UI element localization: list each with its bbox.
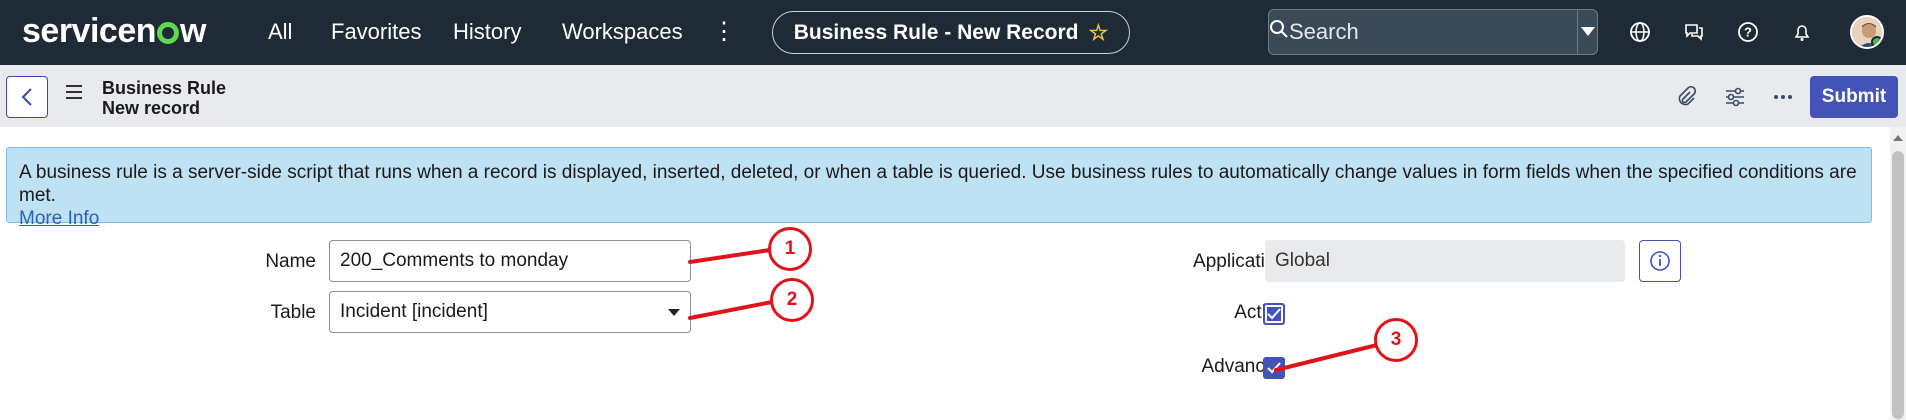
page-scrollbar[interactable]	[1890, 127, 1906, 420]
menu-icon[interactable]	[66, 85, 82, 103]
star-icon[interactable]: ☆	[1089, 20, 1109, 46]
user-avatar[interactable]	[1850, 15, 1884, 49]
annotation-marker-1: 1	[768, 227, 812, 271]
advanced-checkbox[interactable]	[1263, 357, 1285, 379]
record-title-pill[interactable]: Business Rule - New Record ☆	[772, 11, 1130, 54]
nav-favorites[interactable]: Favorites	[331, 19, 421, 45]
active-checkbox[interactable]	[1263, 303, 1285, 325]
form-header: Business Rule New record Submit	[0, 65, 1906, 127]
annotation-marker-3: 3	[1374, 318, 1418, 362]
record-title-text: Business Rule - New Record	[793, 20, 1079, 44]
globe-icon[interactable]	[1628, 20, 1652, 44]
scroll-up-arrow[interactable]	[1893, 135, 1903, 141]
back-button[interactable]	[6, 76, 48, 118]
name-label: Name	[265, 251, 316, 272]
info-banner: A business rule is a server-side script …	[6, 147, 1872, 229]
back-icon	[21, 88, 32, 106]
more-menu-icon[interactable]: ⋮	[712, 17, 736, 46]
chevron-down-icon[interactable]	[1577, 10, 1597, 54]
checkmark-icon	[1267, 362, 1281, 374]
active-label: Active	[1234, 302, 1286, 323]
submit-button[interactable]: Submit	[1810, 76, 1898, 118]
more-icon[interactable]	[1771, 85, 1795, 109]
record-state-label: New record	[102, 98, 201, 118]
nav-workspaces[interactable]: Workspaces	[562, 19, 683, 45]
info-icon	[1650, 251, 1670, 271]
table-label: Table	[270, 302, 316, 323]
svg-text:?: ?	[1744, 25, 1752, 40]
table-select-value: Incident [incident]	[340, 301, 488, 322]
bell-icon[interactable]	[1790, 20, 1814, 44]
scroll-thumb[interactable]	[1892, 151, 1904, 419]
application-info-button[interactable]	[1639, 240, 1681, 282]
more-info-link[interactable]: More Info	[19, 208, 99, 229]
online-status-dot	[1871, 36, 1882, 47]
nav-all[interactable]: All	[268, 19, 292, 45]
servicenow-logo[interactable]: servicen w	[22, 12, 206, 51]
nav-history[interactable]: History	[453, 19, 521, 45]
top-navigation: servicen w All Favorites History Workspac…	[0, 0, 1906, 65]
search-icon	[1269, 19, 1289, 45]
sliders-icon[interactable]	[1723, 85, 1747, 109]
name-input[interactable]	[329, 240, 691, 282]
advanced-label: Advanced	[1201, 356, 1286, 377]
help-icon[interactable]: ?	[1736, 20, 1760, 44]
caret-down-icon	[668, 308, 680, 316]
global-search	[1268, 9, 1598, 55]
paperclip-icon[interactable]	[1674, 85, 1698, 109]
info-banner-text: A business rule is a server-side script …	[19, 162, 1857, 206]
checkmark-icon	[1267, 308, 1281, 320]
chat-icon[interactable]	[1682, 20, 1706, 44]
record-type-label: Business Rule	[102, 78, 227, 98]
table-select[interactable]: Incident [incident]	[329, 291, 691, 333]
annotation-marker-2: 2	[770, 278, 814, 322]
search-input[interactable]	[1289, 19, 1577, 45]
application-label: Application	[1193, 251, 1286, 272]
application-value: Global	[1275, 250, 1330, 271]
application-field: Global	[1265, 240, 1625, 282]
